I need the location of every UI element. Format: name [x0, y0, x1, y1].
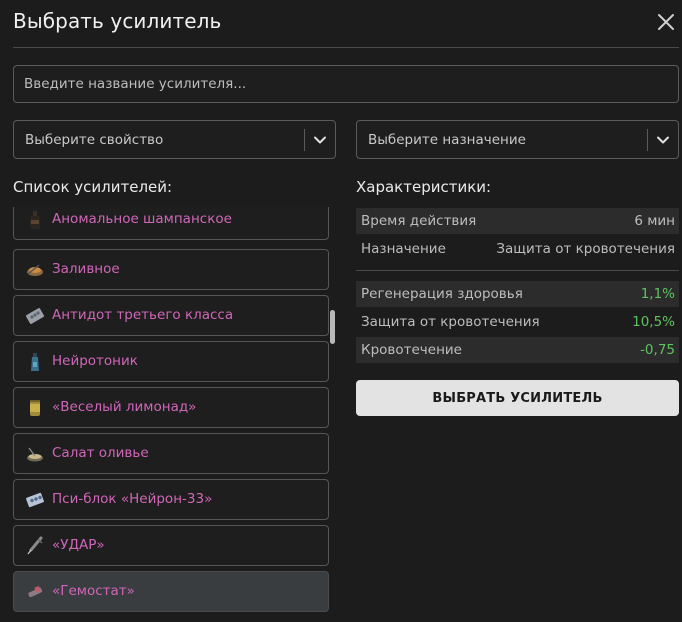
- duration-value: 6 мин: [634, 213, 675, 229]
- search-input[interactable]: [14, 66, 678, 102]
- stat-row-health-regen: Регенерация здоровья 1,1%: [356, 281, 679, 307]
- select-booster-button[interactable]: ВЫБРАТЬ УСИЛИТЕЛЬ: [356, 380, 679, 416]
- chevron-down-icon[interactable]: [654, 131, 672, 149]
- purpose-value: Защита от кровотечения: [496, 241, 675, 257]
- purpose-row: Назначение Защита от кровотечения: [356, 236, 679, 262]
- injector-icon: [28, 586, 43, 598]
- property-select-value: Выберите свойство: [25, 132, 164, 148]
- pill-blister-icon: [25, 308, 45, 324]
- dialog-title: Выбрать усилитель: [13, 9, 222, 33]
- list-item-label: «Гемостат»: [52, 583, 135, 599]
- list-item-label: Салат оливье: [52, 445, 149, 461]
- list-item-label: Пси-блок «Нейрон-33»: [52, 491, 213, 507]
- vial-icon: [31, 353, 39, 371]
- stat-label: Защита от кровотечения: [361, 314, 540, 330]
- stat-value: -0,75: [640, 342, 675, 358]
- list-item-udar[interactable]: «УДАР»: [13, 525, 329, 566]
- list-item-lemonade[interactable]: «Веселый лимонад»: [13, 387, 329, 428]
- stat-label: Кровотечение: [361, 342, 462, 358]
- list-item-neurotonic[interactable]: Нейротоник: [13, 341, 329, 382]
- stat-row-bleeding: Кровотечение -0,75: [356, 337, 679, 363]
- duration-label: Время действия: [361, 213, 477, 229]
- list-item-hemostat[interactable]: «Гемостат»: [13, 571, 329, 612]
- characteristics-heading: Характеристики:: [356, 178, 492, 196]
- aspic-icon: [27, 264, 43, 276]
- list-scrollbar[interactable]: [330, 310, 335, 344]
- list-item-label: Нейротоник: [52, 353, 138, 369]
- list-item-aspic[interactable]: Заливное: [13, 249, 329, 290]
- list-item-antidote[interactable]: Антидот третьего класса: [13, 295, 329, 336]
- list-item-label: «УДАР»: [52, 537, 105, 553]
- duration-row: Время действия 6 мин: [356, 208, 679, 234]
- header-divider: [13, 47, 679, 48]
- stat-value: 1,1%: [640, 286, 675, 302]
- boosters-list[interactable]: Аномальное шампанское Заливное Антидот т…: [13, 207, 329, 622]
- chevron-down-icon[interactable]: [311, 131, 329, 149]
- stat-label: Регенерация здоровья: [361, 286, 523, 302]
- select-separator: [647, 129, 648, 151]
- purpose-select[interactable]: Выберите назначение: [356, 120, 679, 159]
- purpose-select-value: Выберите назначение: [368, 132, 526, 148]
- list-item-psi-block[interactable]: Пси-блок «Нейрон-33»: [13, 479, 329, 520]
- select-separator: [304, 129, 305, 151]
- bottle-icon: [30, 211, 40, 229]
- salad-icon: [27, 447, 43, 462]
- list-item-label: Заливное: [52, 261, 120, 277]
- can-icon: [30, 400, 40, 416]
- property-select[interactable]: Выберите свойство: [13, 120, 336, 159]
- boosters-list-heading: Список усилителей:: [13, 178, 173, 196]
- purpose-label: Назначение: [361, 241, 446, 257]
- list-item-olivier-salad[interactable]: Салат оливье: [13, 433, 329, 474]
- list-item-label: «Веселый лимонад»: [52, 399, 197, 415]
- list-item-label: Антидот третьего класса: [52, 307, 234, 323]
- list-item-anomalous-champagne[interactable]: Аномальное шампанское: [13, 207, 329, 240]
- search-field[interactable]: [13, 65, 679, 103]
- list-item-label: Аномальное шампанское: [52, 211, 232, 227]
- stat-row-bleed-protection: Защита от кровотечения 10,5%: [356, 309, 679, 335]
- characteristics-divider: [356, 270, 679, 271]
- pill-blister-icon: [26, 492, 44, 508]
- syringe-icon: [27, 536, 43, 555]
- stat-value: 10,5%: [632, 314, 675, 330]
- close-icon[interactable]: [654, 10, 678, 34]
